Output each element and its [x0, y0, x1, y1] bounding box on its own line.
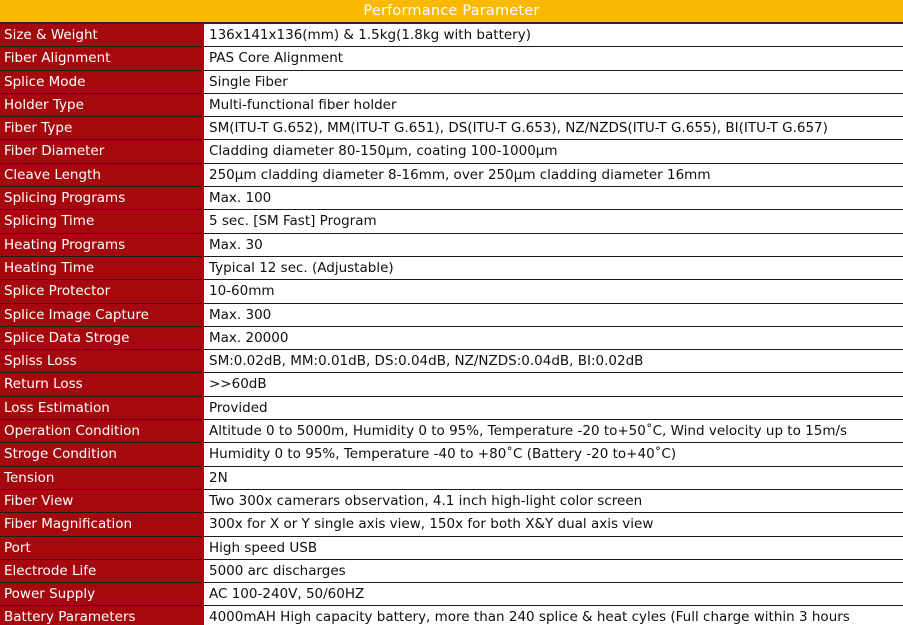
- table-row: Tension 2N: [0, 466, 903, 490]
- table-cell-parameter-label: Splice Mode: [0, 70, 203, 94]
- table-cell-parameter-value: Humidity 0 to 95%, Temperature -40 to +8…: [202, 442, 903, 467]
- table-row: Return Loss >>60dB: [0, 372, 903, 397]
- table-cell-parameter-label: Fiber Diameter: [0, 139, 203, 164]
- table-row: Cleave Length 250μm cladding diameter 8-1…: [0, 163, 903, 188]
- table-cell-parameter-label: Splice Image Capture: [0, 303, 203, 327]
- table-cell-parameter-value: 300x for X or Y single axis view, 150x f…: [202, 512, 903, 537]
- table-cell-parameter-value: 5000 arc discharges: [202, 559, 903, 584]
- table-cell-parameter-value: Single Fiber: [202, 70, 903, 94]
- table-cell-parameter-label: Power Supply: [0, 582, 203, 607]
- table-cell-parameter-value: SM(ITU-T G.652), MM(ITU-T G.651), DS(ITU…: [202, 116, 903, 141]
- table-cell-parameter-value: 250μm cladding diameter 8-16mm, over 250…: [202, 163, 903, 188]
- table-row: Splicing Programs Max. 100: [0, 186, 903, 211]
- table-row: Fiber Magnification 300x for X or Y singl…: [0, 512, 903, 537]
- table-cell-parameter-value: Altitude 0 to 5000m, Humidity 0 to 95%, …: [202, 419, 903, 444]
- table-cell-parameter-value: Two 300x camerars observation, 4.1 inch …: [202, 489, 903, 514]
- table-cell-parameter-label: Splicing Time: [0, 209, 203, 234]
- table-row: Splice Image Capture Max. 300: [0, 303, 903, 327]
- table-cell-parameter-label: Size & Weight: [0, 24, 203, 48]
- table-cell-parameter-label: Electrode Life: [0, 559, 203, 584]
- table-row: Heating Time Typical 12 sec. (Adjustable): [0, 256, 903, 281]
- table-cell-parameter-value: 5 sec. [SM Fast] Program: [202, 209, 903, 234]
- table-cell-parameter-label: Operation Condition: [0, 419, 203, 444]
- table-cell-parameter-label: Tension: [0, 466, 203, 490]
- table-cell-parameter-value: PAS Core Alignment: [202, 46, 903, 71]
- performance-parameter-spec-sheet: Performance Parameter Size & Weight 136x1…: [0, 0, 903, 625]
- table-cell-parameter-label: Holder Type: [0, 93, 203, 118]
- table-row: Fiber View Two 300x camerars observation,…: [0, 489, 903, 514]
- table-cell-parameter-label: Fiber Magnification: [0, 512, 203, 537]
- table-row: Size & Weight 136x141x136(mm) & 1.5kg(1.8…: [0, 24, 903, 48]
- table-cell-parameter-label: Heating Time: [0, 256, 203, 281]
- table-row: Splice Data Stroge Max. 20000: [0, 326, 903, 351]
- table-row: Fiber Type SM(ITU-T G.652), MM(ITU-T G.65…: [0, 116, 903, 141]
- table-cell-parameter-label: Heating Programs: [0, 233, 203, 257]
- table-cell-parameter-label: Cleave Length: [0, 163, 203, 188]
- table-cell-parameter-value: Max. 30: [202, 233, 903, 257]
- table-cell-parameter-value: 2N: [202, 466, 903, 490]
- table-cell-parameter-value: 136x141x136(mm) & 1.5kg(1.8kg with batte…: [202, 24, 903, 48]
- table-cell-parameter-label: Fiber Alignment: [0, 46, 203, 71]
- table-row: Electrode Life 5000 arc discharges: [0, 559, 903, 584]
- table-cell-parameter-label: Fiber View: [0, 489, 203, 514]
- table-cell-parameter-label: Splicing Programs: [0, 186, 203, 211]
- table-row: Power Supply AC 100-240V, 50/60HZ: [0, 582, 903, 607]
- specification-table: Size & Weight 136x141x136(mm) & 1.5kg(1.8…: [0, 24, 903, 625]
- sheet-header-bar: Performance Parameter: [0, 0, 903, 24]
- table-row: Loss Estimation Provided: [0, 396, 903, 421]
- table-row: Splice Mode Single Fiber: [0, 70, 903, 94]
- table-cell-parameter-label: Fiber Type: [0, 116, 203, 141]
- table-row: Fiber Alignment PAS Core Alignment: [0, 46, 903, 71]
- table-cell-parameter-value: >>60dB: [202, 372, 903, 397]
- table-cell-parameter-label: Spliss Loss: [0, 349, 203, 374]
- table-row: Splicing Time 5 sec. [SM Fast] Program: [0, 209, 903, 234]
- specification-table-body: Size & Weight 136x141x136(mm) & 1.5kg(1.8…: [0, 24, 903, 625]
- table-cell-parameter-label: Port: [0, 536, 203, 560]
- table-row: Splice Protector 10-60mm: [0, 279, 903, 304]
- table-cell-parameter-label: Loss Estimation: [0, 396, 203, 421]
- table-row: Holder Type Multi-functional fiber holder: [0, 93, 903, 118]
- table-cell-parameter-value: Multi-functional fiber holder: [202, 93, 903, 118]
- table-row: Operation Condition Altitude 0 to 5000m, …: [0, 419, 903, 444]
- table-cell-parameter-value: Typical 12 sec. (Adjustable): [202, 256, 903, 281]
- table-cell-parameter-label: Return Loss: [0, 372, 203, 397]
- table-row: Fiber Diameter Cladding diameter 80-150μm…: [0, 139, 903, 164]
- table-cell-parameter-value: Max. 20000: [202, 326, 903, 351]
- table-cell-parameter-value: 4000mAH High capacity battery, more than…: [202, 605, 903, 625]
- table-cell-parameter-label: Stroge Condition: [0, 442, 203, 467]
- table-cell-parameter-value: 10-60mm: [202, 279, 903, 304]
- table-cell-parameter-value: AC 100-240V, 50/60HZ: [202, 582, 903, 607]
- table-row: Port High speed USB: [0, 536, 903, 560]
- table-row: Heating Programs Max. 30: [0, 233, 903, 257]
- table-cell-parameter-label: Splice Data Stroge: [0, 326, 203, 351]
- table-cell-parameter-value: Max. 100: [202, 186, 903, 211]
- table-cell-parameter-value: SM:0.02dB, MM:0.01dB, DS:0.04dB, NZ/NZDS…: [202, 349, 903, 374]
- table-row: Stroge Condition Humidity 0 to 95%, Tempe…: [0, 442, 903, 467]
- table-row: Battery Parameters 4000mAH High capacity …: [0, 605, 903, 625]
- table-row: Spliss Loss SM:0.02dB, MM:0.01dB, DS:0.04…: [0, 349, 903, 374]
- table-cell-parameter-value: Max. 300: [202, 303, 903, 327]
- page-title: Performance Parameter: [363, 2, 540, 19]
- table-cell-parameter-label: Battery Parameters: [0, 605, 203, 625]
- table-cell-parameter-value: Cladding diameter 80-150μm, coating 100-…: [202, 139, 903, 164]
- table-cell-parameter-label: Splice Protector: [0, 279, 203, 304]
- table-cell-parameter-value: Provided: [202, 396, 903, 421]
- table-cell-parameter-value: High speed USB: [202, 536, 903, 560]
